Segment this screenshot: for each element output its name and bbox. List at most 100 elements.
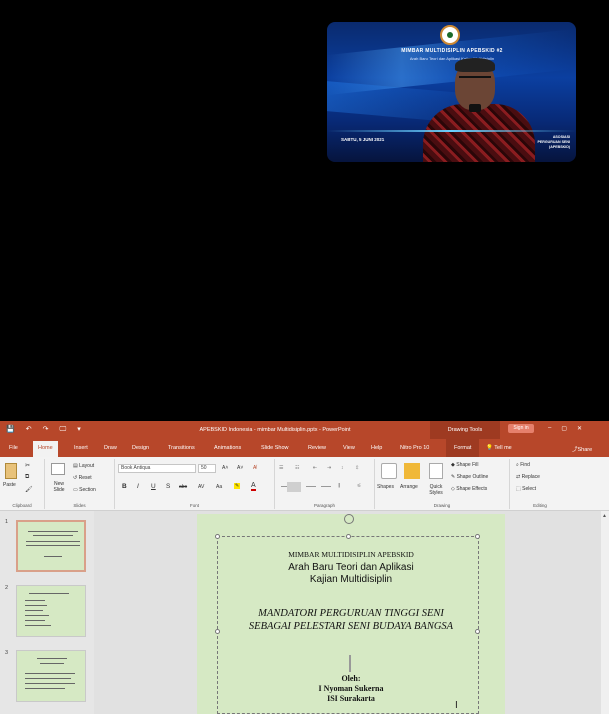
align-center-icon[interactable] (287, 482, 301, 492)
font-size-input[interactable]: 50 (198, 464, 216, 473)
slide-thumbnail-3[interactable] (16, 650, 86, 702)
tab-home[interactable]: Home (33, 441, 58, 457)
shape-effects-button[interactable]: ◇ Shape Effects (451, 486, 487, 492)
maximize-icon[interactable]: ▢ (561, 425, 567, 432)
new-slide-button[interactable]: New Slide (50, 481, 68, 493)
replace-button[interactable]: ⇄ Replace (516, 474, 540, 480)
align-right-icon[interactable] (306, 486, 316, 487)
ribbon: Paste ✂ ⧉ 🖌 Clipboard New Slide ▤ Layout… (0, 457, 609, 511)
format-painter-icon[interactable]: 🖌 (25, 486, 33, 493)
underline-button[interactable]: U (151, 483, 156, 490)
font-name-input[interactable]: Book Antiqua (118, 464, 196, 473)
customize-icon[interactable]: ▾ (77, 426, 81, 433)
numbering-icon[interactable]: ☷ (295, 465, 299, 471)
tab-review[interactable]: Review (308, 445, 326, 451)
tab-format[interactable]: Format (446, 439, 480, 457)
shape-outline-button[interactable]: ✎ Shape Outline (451, 474, 488, 480)
char-spacing-button[interactable]: AV (198, 484, 204, 490)
clear-format-icon[interactable]: A̸ (253, 465, 256, 471)
change-case-button[interactable]: Aa (216, 484, 222, 490)
line-spacing-icon[interactable]: ↕ (341, 465, 344, 471)
thumbnail-number: 3 (5, 650, 9, 656)
tab-design[interactable]: Design (132, 445, 149, 451)
tab-animations[interactable]: Animations (214, 445, 241, 451)
save-icon[interactable]: 💾 (6, 426, 15, 433)
shrink-font-icon[interactable]: A˅ (237, 465, 243, 471)
tab-insert[interactable]: Insert (74, 445, 88, 451)
smartart-icon[interactable]: ⚟ (357, 483, 361, 489)
bold-button[interactable]: B (122, 483, 127, 490)
window-controls: – ▢ ✕ (548, 425, 582, 432)
tab-slide-show[interactable]: Slide Show (261, 445, 289, 451)
shape-effects-icon: ◇ (451, 486, 455, 492)
shape-fill-icon: ◆ (451, 462, 455, 468)
minimize-icon[interactable]: – (548, 425, 551, 432)
section-button[interactable]: ▭ Section (73, 487, 96, 493)
slide-thumbnails-pane: 1 2 3 (0, 511, 94, 714)
shapes-icon[interactable] (381, 463, 397, 479)
cut-icon[interactable]: ✂ (25, 462, 30, 469)
quick-access-toolbar: 💾 ↶ ↷ 🖵 ▾ (6, 426, 81, 433)
reset-button[interactable]: ↺ Reset (73, 475, 92, 481)
decrease-indent-icon[interactable]: ⇤ (313, 465, 317, 471)
slide-author-name: I Nyoman Sukerna (318, 684, 384, 693)
present-icon[interactable]: 🖵 (59, 426, 66, 433)
find-button[interactable]: ⌕ Find (516, 462, 530, 468)
close-icon[interactable]: ✕ (577, 425, 582, 432)
bullets-icon[interactable]: ☰ (279, 465, 283, 471)
resize-handle[interactable] (215, 534, 220, 539)
highlight-icon[interactable]: ✎ (234, 483, 241, 489)
paste-button[interactable]: Paste (3, 482, 16, 488)
tab-draw[interactable]: Draw (104, 445, 117, 451)
tell-me-search[interactable]: 💡 Tell me (486, 445, 512, 451)
tab-transitions[interactable]: Transitions (168, 445, 195, 451)
video-tile[interactable]: MIMBAR MULTIDISIPLIN APEBSKID #2 Arah Ba… (327, 22, 576, 162)
font-color-icon[interactable]: A (251, 482, 256, 491)
shape-fill-button[interactable]: ◆ Shape Fill (451, 462, 478, 468)
tab-help[interactable]: Help (371, 445, 382, 451)
shadow-button[interactable]: S (166, 483, 170, 490)
text-direction-icon[interactable]: ⇳ (355, 465, 359, 471)
redo-icon[interactable]: ↷ (43, 426, 49, 433)
grow-font-icon[interactable]: A˄ (222, 465, 228, 471)
group-label-editing: Editing (533, 503, 547, 508)
share-button[interactable]: ⤴Share (572, 445, 592, 453)
copy-icon[interactable]: ⧉ (25, 474, 29, 481)
shapes-button[interactable]: Shapes (377, 484, 394, 490)
arrange-button[interactable]: Arrange (400, 484, 418, 490)
section-label: Section (79, 487, 96, 493)
group-label-slides: Slides (73, 503, 86, 508)
select-button[interactable]: ⬚ Select (516, 486, 536, 492)
quick-styles-icon[interactable] (429, 463, 443, 479)
paste-icon[interactable] (5, 463, 17, 479)
tab-nitro[interactable]: Nitro Pro 10 (400, 445, 429, 451)
layout-button[interactable]: ▤ Layout (73, 463, 94, 469)
thumb-line (25, 615, 49, 616)
slide-thumbnail-1[interactable] (16, 520, 86, 572)
increase-indent-icon[interactable]: ⇥ (327, 465, 331, 471)
tab-file[interactable]: File (9, 445, 18, 451)
resize-handle[interactable] (475, 534, 480, 539)
justify-icon[interactable] (321, 486, 331, 487)
undo-icon[interactable]: ↶ (26, 426, 32, 433)
italic-button[interactable]: I (137, 483, 139, 490)
vertical-scrollbar[interactable]: ▲ (601, 511, 609, 714)
strikethrough-button[interactable]: abc (179, 484, 187, 490)
columns-icon[interactable]: ⫼ (338, 483, 340, 489)
slide-thumbnail-2[interactable] (16, 585, 86, 637)
quick-styles-button[interactable]: Quick Styles (427, 484, 445, 496)
resize-handle[interactable] (346, 534, 351, 539)
group-paragraph: ☰ ☷ ⇤ ⇥ ↕ ⇳ ⫼ ⚟ Paragraph (275, 459, 375, 509)
new-slide-icon[interactable] (51, 463, 65, 475)
sign-in-button[interactable]: Sign in (508, 424, 534, 433)
scroll-up-icon[interactable]: ▲ (602, 513, 607, 519)
rotate-handle-icon[interactable] (344, 514, 354, 524)
thumb-line (25, 610, 43, 611)
powerpoint-window: 💾 ↶ ↷ 🖵 ▾ APEBSKID Indonesia - mimbar Mu… (0, 421, 609, 714)
microphone-icon (469, 104, 481, 112)
current-slide[interactable]: MIMBAR MULTIDISIPLIN APEBSKID Arah Baru … (197, 514, 505, 714)
arrange-icon[interactable] (404, 463, 420, 479)
event-logo-icon (440, 25, 460, 45)
slide-editing-area[interactable]: MIMBAR MULTIDISIPLIN APEBSKID Arah Baru … (94, 511, 601, 714)
tab-view[interactable]: View (343, 445, 355, 451)
